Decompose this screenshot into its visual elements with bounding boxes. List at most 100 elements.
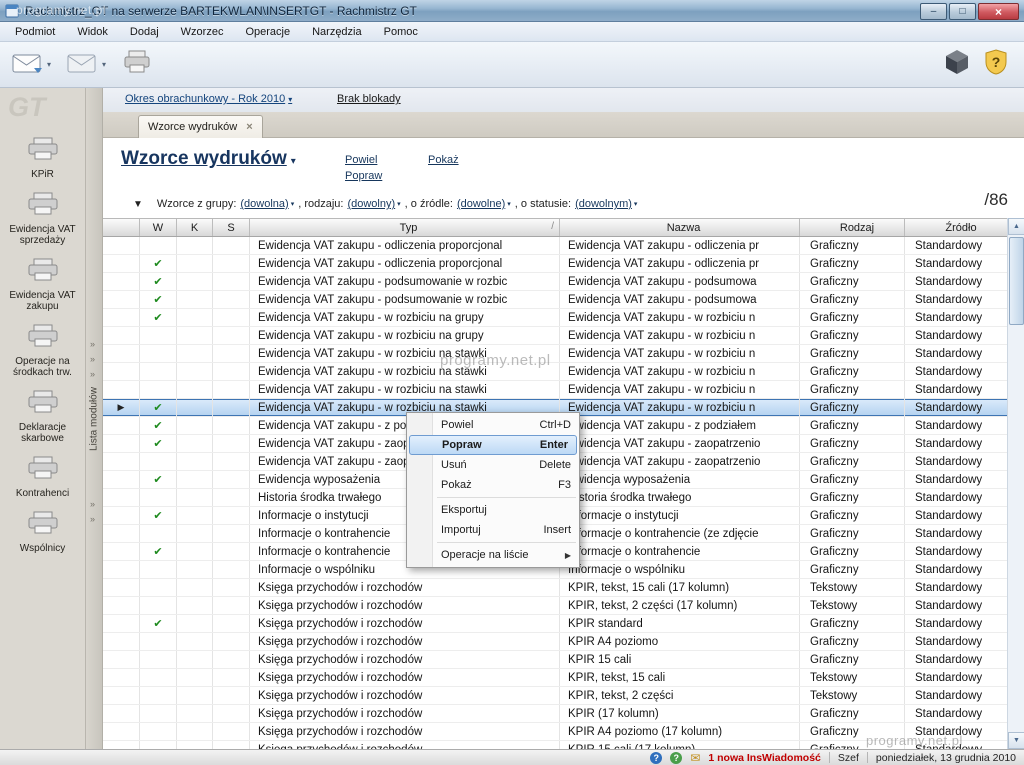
- table-row[interactable]: Księga przychodów i rozchodów KPIR A4 po…: [103, 633, 1007, 651]
- powiel-link[interactable]: Powiel: [345, 154, 377, 166]
- popraw-link[interactable]: Popraw: [345, 170, 382, 182]
- cell-typ: Ewidencja VAT zakupu - podsumowanie w ro…: [250, 291, 560, 308]
- sidebar-item[interactable]: Ewidencja VAT zakupu: [0, 257, 85, 312]
- printer-icon: [122, 50, 152, 79]
- table-row[interactable]: Ewidencja VAT zakupu - w rozbiciu na sta…: [103, 363, 1007, 381]
- cell-rodzaj: Graficzny: [800, 435, 905, 452]
- vertical-scrollbar[interactable]: ▲ ▼: [1007, 218, 1024, 749]
- page-title[interactable]: Wzorce wydruków: [121, 148, 287, 170]
- print-button[interactable]: [122, 50, 152, 79]
- sidebar-item[interactable]: Deklaracje skarbowe: [0, 389, 85, 444]
- sidebar-item[interactable]: Ewidencja VAT sprzedaży: [0, 191, 85, 246]
- module-list-strip[interactable]: » » » Lista modułów » »: [86, 88, 103, 749]
- cell-s: [213, 273, 250, 290]
- context-menu-item[interactable]: Usuń Delete: [407, 455, 579, 475]
- row-pointer-icon: [103, 525, 140, 542]
- check-icon: [140, 489, 177, 506]
- filter-label: , rodzaju:: [298, 198, 343, 210]
- help-shield-icon[interactable]: ?: [984, 49, 1008, 80]
- table-row[interactable]: Księga przychodów i rozchodów KPIR, teks…: [103, 579, 1007, 597]
- table-row[interactable]: Ewidencja VAT zakupu - odliczenia propor…: [103, 237, 1007, 255]
- cell-zrodlo: Standardowy: [905, 669, 1007, 686]
- chevron-down-icon[interactable]: ▾: [291, 156, 296, 167]
- cell-rodzaj: Tekstowy: [800, 597, 905, 614]
- table-row[interactable]: Księga przychodów i rozchodów KPIR, teks…: [103, 687, 1007, 705]
- context-menu-item[interactable]: Operacje na liście ▶: [407, 545, 579, 565]
- menubar-item[interactable]: Operacje: [234, 23, 301, 41]
- row-pointer-icon: [103, 615, 140, 632]
- cell-s: [213, 471, 250, 488]
- filter-source-link[interactable]: (dowolne): [457, 198, 505, 210]
- status-separator: [829, 752, 830, 763]
- cell-rodzaj: Graficzny: [800, 633, 905, 650]
- gt-logo: GT: [8, 92, 46, 123]
- table-row[interactable]: Ewidencja VAT zakupu - w rozbiciu na gru…: [103, 327, 1007, 345]
- filter-kind-link[interactable]: (dowolny): [347, 198, 395, 210]
- row-pointer-icon: [103, 669, 140, 686]
- filter-status-link[interactable]: (dowolnym): [575, 198, 632, 210]
- insert-cube-icon[interactable]: [944, 49, 970, 80]
- receive-message-button[interactable]: ▾: [67, 50, 106, 79]
- context-menu-item[interactable]: Popraw Enter: [409, 435, 577, 455]
- sidebar-item[interactable]: Operacje na środkach trw.: [0, 323, 85, 378]
- header-w[interactable]: W: [140, 219, 177, 236]
- header-nazwa[interactable]: Nazwa: [560, 219, 800, 236]
- menubar-item[interactable]: Widok: [66, 23, 119, 41]
- context-menu-item[interactable]: Eksportuj: [407, 500, 579, 520]
- maximize-button[interactable]: □: [949, 3, 976, 20]
- table-row[interactable]: Księga przychodów i rozchodów KPIR A4 po…: [103, 723, 1007, 741]
- menubar-item[interactable]: Narzędzia: [301, 23, 373, 41]
- send-message-button[interactable]: ▾: [12, 50, 51, 79]
- table-row[interactable]: Księga przychodów i rozchodów KPIR, teks…: [103, 597, 1007, 615]
- table-row[interactable]: Księga przychodów i rozchodów KPIR 15 ca…: [103, 651, 1007, 669]
- context-menu-item[interactable]: Importuj Insert: [407, 520, 579, 540]
- menubar-item[interactable]: Podmiot: [4, 23, 66, 41]
- header-zrodlo[interactable]: Źródło: [905, 219, 1007, 236]
- accounting-period-link[interactable]: Okres obrachunkowy - Rok 2010▾: [125, 93, 292, 105]
- scroll-up-button[interactable]: ▲: [1008, 218, 1024, 235]
- cell-k: [177, 651, 213, 668]
- menubar-item[interactable]: Dodaj: [119, 23, 170, 41]
- table-row[interactable]: ✔ Księga przychodów i rozchodów KPIR sta…: [103, 615, 1007, 633]
- table-row[interactable]: ✔ Ewidencja VAT zakupu - podsumowanie w …: [103, 291, 1007, 309]
- lock-status-link[interactable]: Brak blokady: [337, 93, 401, 105]
- scroll-down-button[interactable]: ▼: [1008, 732, 1024, 749]
- assistant-question-icon[interactable]: ?: [670, 752, 682, 764]
- module-icon: [26, 389, 60, 420]
- header-k[interactable]: K: [177, 219, 213, 236]
- close-button[interactable]: ×: [978, 3, 1019, 20]
- table-row[interactable]: ✔ Ewidencja VAT zakupu - w rozbiciu na g…: [103, 309, 1007, 327]
- filter-group-link[interactable]: (dowolna): [240, 198, 288, 210]
- cell-s: [213, 507, 250, 524]
- sidebar-item-label: KPiR: [29, 169, 56, 180]
- minimize-button[interactable]: –: [920, 3, 947, 20]
- table-row[interactable]: Ewidencja VAT zakupu - w rozbiciu na sta…: [103, 381, 1007, 399]
- menubar-item[interactable]: Pomoc: [373, 23, 429, 41]
- table-row[interactable]: ✔ Ewidencja VAT zakupu - odliczenia prop…: [103, 255, 1007, 273]
- check-icon: ✔: [140, 507, 177, 524]
- menubar-item[interactable]: Wzorzec: [170, 23, 235, 41]
- sidebar-item[interactable]: Kontrahenci: [0, 455, 85, 499]
- cell-s: [213, 345, 250, 362]
- context-menu-item[interactable]: Pokaż F3: [407, 475, 579, 495]
- table-row[interactable]: Księga przychodów i rozchodów KPIR, teks…: [103, 669, 1007, 687]
- pokaz-link[interactable]: Pokaż: [428, 154, 459, 166]
- scrollbar-thumb[interactable]: [1009, 237, 1024, 325]
- table-row[interactable]: Księga przychodów i rozchodów KPIR (17 k…: [103, 705, 1007, 723]
- cell-zrodlo: Standardowy: [905, 633, 1007, 650]
- check-icon: ✔: [140, 291, 177, 308]
- table-row[interactable]: ✔ Ewidencja VAT zakupu - podsumowanie w …: [103, 273, 1007, 291]
- filter-icon[interactable]: ▼: [133, 199, 143, 210]
- sidebar-item[interactable]: Wspólnicy: [0, 510, 85, 554]
- sidebar-item[interactable]: KPiR: [0, 136, 85, 180]
- header-typ[interactable]: Typ/: [250, 219, 560, 236]
- header-s[interactable]: S: [213, 219, 250, 236]
- header-rodzaj[interactable]: Rodzaj: [800, 219, 905, 236]
- message-envelope-icon[interactable]: ✉: [690, 752, 700, 764]
- table-row[interactable]: Ewidencja VAT zakupu - w rozbiciu na sta…: [103, 345, 1007, 363]
- help-question-icon[interactable]: ?: [650, 752, 662, 764]
- new-message-notice[interactable]: 1 nowa InsWiadomość: [708, 752, 821, 764]
- context-menu-item[interactable]: Powiel Ctrl+D: [407, 415, 579, 435]
- tab-wzorce-wydrukow[interactable]: Wzorce wydruków ×: [138, 115, 263, 138]
- tab-close-icon[interactable]: ×: [246, 121, 252, 133]
